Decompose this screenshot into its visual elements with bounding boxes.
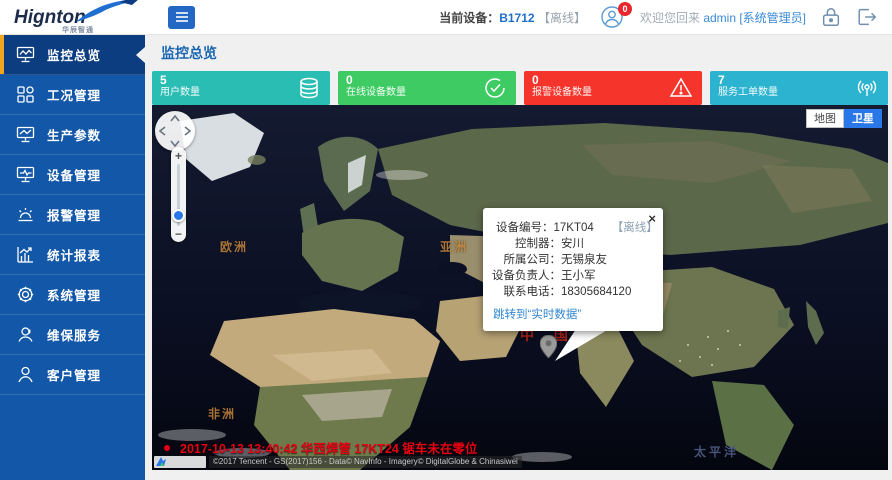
main-content: 监控总览 5 用户数量 0 在线设备数量 0 报警设备数量 [145, 35, 892, 480]
popup-row-controller: 控制器：安川 [489, 236, 653, 252]
pan-up-icon[interactable] [170, 115, 180, 122]
map-attribution: ©2017 Tencent - GS(2017)156 - Data© NavI… [154, 456, 522, 468]
popup-row-value: 无锡泉友 [561, 252, 607, 268]
database-icon [297, 76, 321, 100]
popup-row-label: 控制器： [489, 236, 561, 252]
sidebar-item-device-mgmt[interactable]: 设备管理 [0, 155, 145, 195]
monitor-params-icon [16, 125, 35, 144]
map-container[interactable]: 欧洲 亚洲 非洲 中 国 太平洋 地图 卫星 + − [152, 105, 888, 470]
grid-icon [16, 85, 35, 104]
sidebar-item-label: 统计报表 [47, 245, 101, 264]
map-zoom-slider: + − [171, 147, 186, 242]
sidebar-item-label: 生产参数 [47, 125, 101, 144]
notifications-button[interactable]: 0 [600, 5, 626, 29]
stat-card-alarm-devices[interactable]: 0 报警设备数量 [524, 71, 702, 105]
user-name: admin [系统管理员] [703, 11, 806, 25]
stat-cards-row: 5 用户数量 0 在线设备数量 0 报警设备数量 [145, 69, 892, 105]
sidebar-item-system-mgmt[interactable]: 系统管理 [0, 275, 145, 315]
map-type-switcher: 地图 卫星 [806, 109, 882, 128]
popup-row-value: 18305684120 [561, 284, 631, 300]
map-type-satellite-button[interactable]: 卫星 [844, 109, 882, 128]
sidebar-item-alarm-mgmt[interactable]: 报警管理 [0, 195, 145, 235]
pan-down-icon[interactable] [170, 140, 180, 147]
alarm-ticker-text: 2017-10-13 13:40:42 华西焊管 17KT24 锯车未在零位 [180, 438, 477, 457]
headset-icon [16, 325, 35, 344]
current-device-label: 当前设备： [439, 11, 499, 25]
broadcast-icon [855, 76, 879, 100]
sidebar-item-label: 监控总览 [47, 45, 101, 64]
map-type-roadmap-button[interactable]: 地图 [806, 109, 844, 128]
chart-icon [16, 245, 35, 264]
popup-row-phone: 联系电话：18305684120 [489, 284, 653, 300]
current-device-status: 【离线】 [538, 11, 586, 25]
header-right: 当前设备：B1712 【离线】 0 欢迎您回来 admin [系统管理员] [439, 5, 892, 29]
logo: Hignton 华辰智通 [0, 0, 150, 35]
logo-swoosh-icon [72, 0, 140, 24]
top-header: Hignton 华辰智通 当前设备：B1712 【离线】 0 [0, 0, 892, 35]
current-device: 当前设备：B1712 【离线】 [439, 9, 586, 26]
monitor-device-icon [16, 165, 35, 184]
sidebar-item-label: 设备管理 [47, 165, 101, 184]
hamburger-icon [175, 11, 189, 23]
sidebar-item-production-params[interactable]: 生产参数 [0, 115, 145, 155]
map-pan-control [155, 111, 195, 151]
sidebar-toggle-button[interactable] [168, 6, 195, 29]
welcome-text: 欢迎您回来 [640, 11, 700, 25]
tencent-logo-icon [156, 457, 166, 467]
stat-card-service-orders[interactable]: 7 服务工单数量 [710, 71, 888, 105]
pan-right-icon[interactable] [184, 126, 191, 136]
sidebar-item-label: 客户管理 [47, 365, 101, 384]
sidebar-item-maintenance-service[interactable]: 维保服务 [0, 315, 145, 355]
popup-row-company: 所属公司：无锡泉友 [489, 252, 653, 268]
sidebar-nav: 监控总览 工况管理 生产参数 设备管理 报警管理 [0, 35, 145, 480]
stat-card-online-devices[interactable]: 0 在线设备数量 [338, 71, 516, 105]
alarm-dot-icon [164, 445, 170, 451]
sidebar-item-monitor-overview[interactable]: 监控总览 [0, 35, 145, 75]
check-circle-icon [483, 76, 507, 100]
popup-row-label: 所属公司： [489, 252, 561, 268]
lock-icon[interactable] [820, 6, 842, 28]
alarm-ticker: 2017-10-13 13:40:42 华西焊管 17KT24 锯车未在零位 [164, 438, 477, 457]
person-icon [16, 365, 35, 384]
sidebar-item-label: 维保服务 [47, 325, 101, 344]
zoom-in-button[interactable]: + [171, 150, 186, 162]
sidebar-item-work-condition[interactable]: 工况管理 [0, 75, 145, 115]
sidebar-item-label: 报警管理 [47, 205, 101, 224]
page-title: 监控总览 [145, 35, 892, 69]
pan-left-icon[interactable] [159, 126, 166, 136]
popup-row-owner: 设备负责人：王小军 [489, 268, 653, 284]
close-icon[interactable]: × [648, 212, 656, 225]
sidebar-item-label: 系统管理 [47, 285, 101, 304]
monitor-chart-icon [16, 45, 35, 64]
current-device-id: B1712 [499, 11, 534, 25]
sidebar-item-label: 工况管理 [47, 85, 101, 104]
stat-card-users[interactable]: 5 用户数量 [152, 71, 330, 105]
dashboard-app: Hignton 华辰智通 当前设备：B1712 【离线】 0 [0, 0, 892, 480]
zoom-slider-knob[interactable] [172, 209, 185, 222]
alert-triangle-icon [669, 76, 693, 100]
popup-row-label: 设备负责人： [489, 268, 561, 284]
sidebar-item-customer-mgmt[interactable]: 客户管理 [0, 355, 145, 395]
popup-row-device-id: 设备编号：17KT04 【离线】 [489, 220, 653, 236]
gear-icon [16, 285, 35, 304]
realtime-data-link[interactable]: 跳转到“实时数据” [493, 306, 581, 322]
welcome-message: 欢迎您回来 admin [系统管理员] [640, 9, 806, 26]
popup-row-label: 联系电话： [489, 284, 561, 300]
logout-icon[interactable] [856, 6, 878, 28]
logo-subtext: 华辰智通 [62, 25, 94, 35]
tencent-maps-logo [154, 456, 206, 468]
popup-device-status: 【离线】 [612, 220, 653, 236]
zoom-out-button[interactable]: − [171, 228, 186, 240]
sidebar-item-stats-report[interactable]: 统计报表 [0, 235, 145, 275]
alarm-icon [16, 205, 35, 224]
device-marker-pin[interactable] [540, 335, 557, 358]
popup-row-value: 王小军 [561, 268, 596, 284]
device-info-popup: × 设备编号：17KT04 【离线】 控制器：安川 所属公司：无锡泉友 设备负责人… [483, 208, 663, 331]
attribution-text: ©2017 Tencent - GS(2017)156 - Data© NavI… [209, 456, 522, 468]
popup-row-value: 安川 [561, 236, 584, 252]
popup-row-value: 17KT04 [554, 220, 594, 236]
popup-row-label: 设备编号： [489, 220, 554, 236]
notification-badge: 0 [618, 2, 632, 16]
